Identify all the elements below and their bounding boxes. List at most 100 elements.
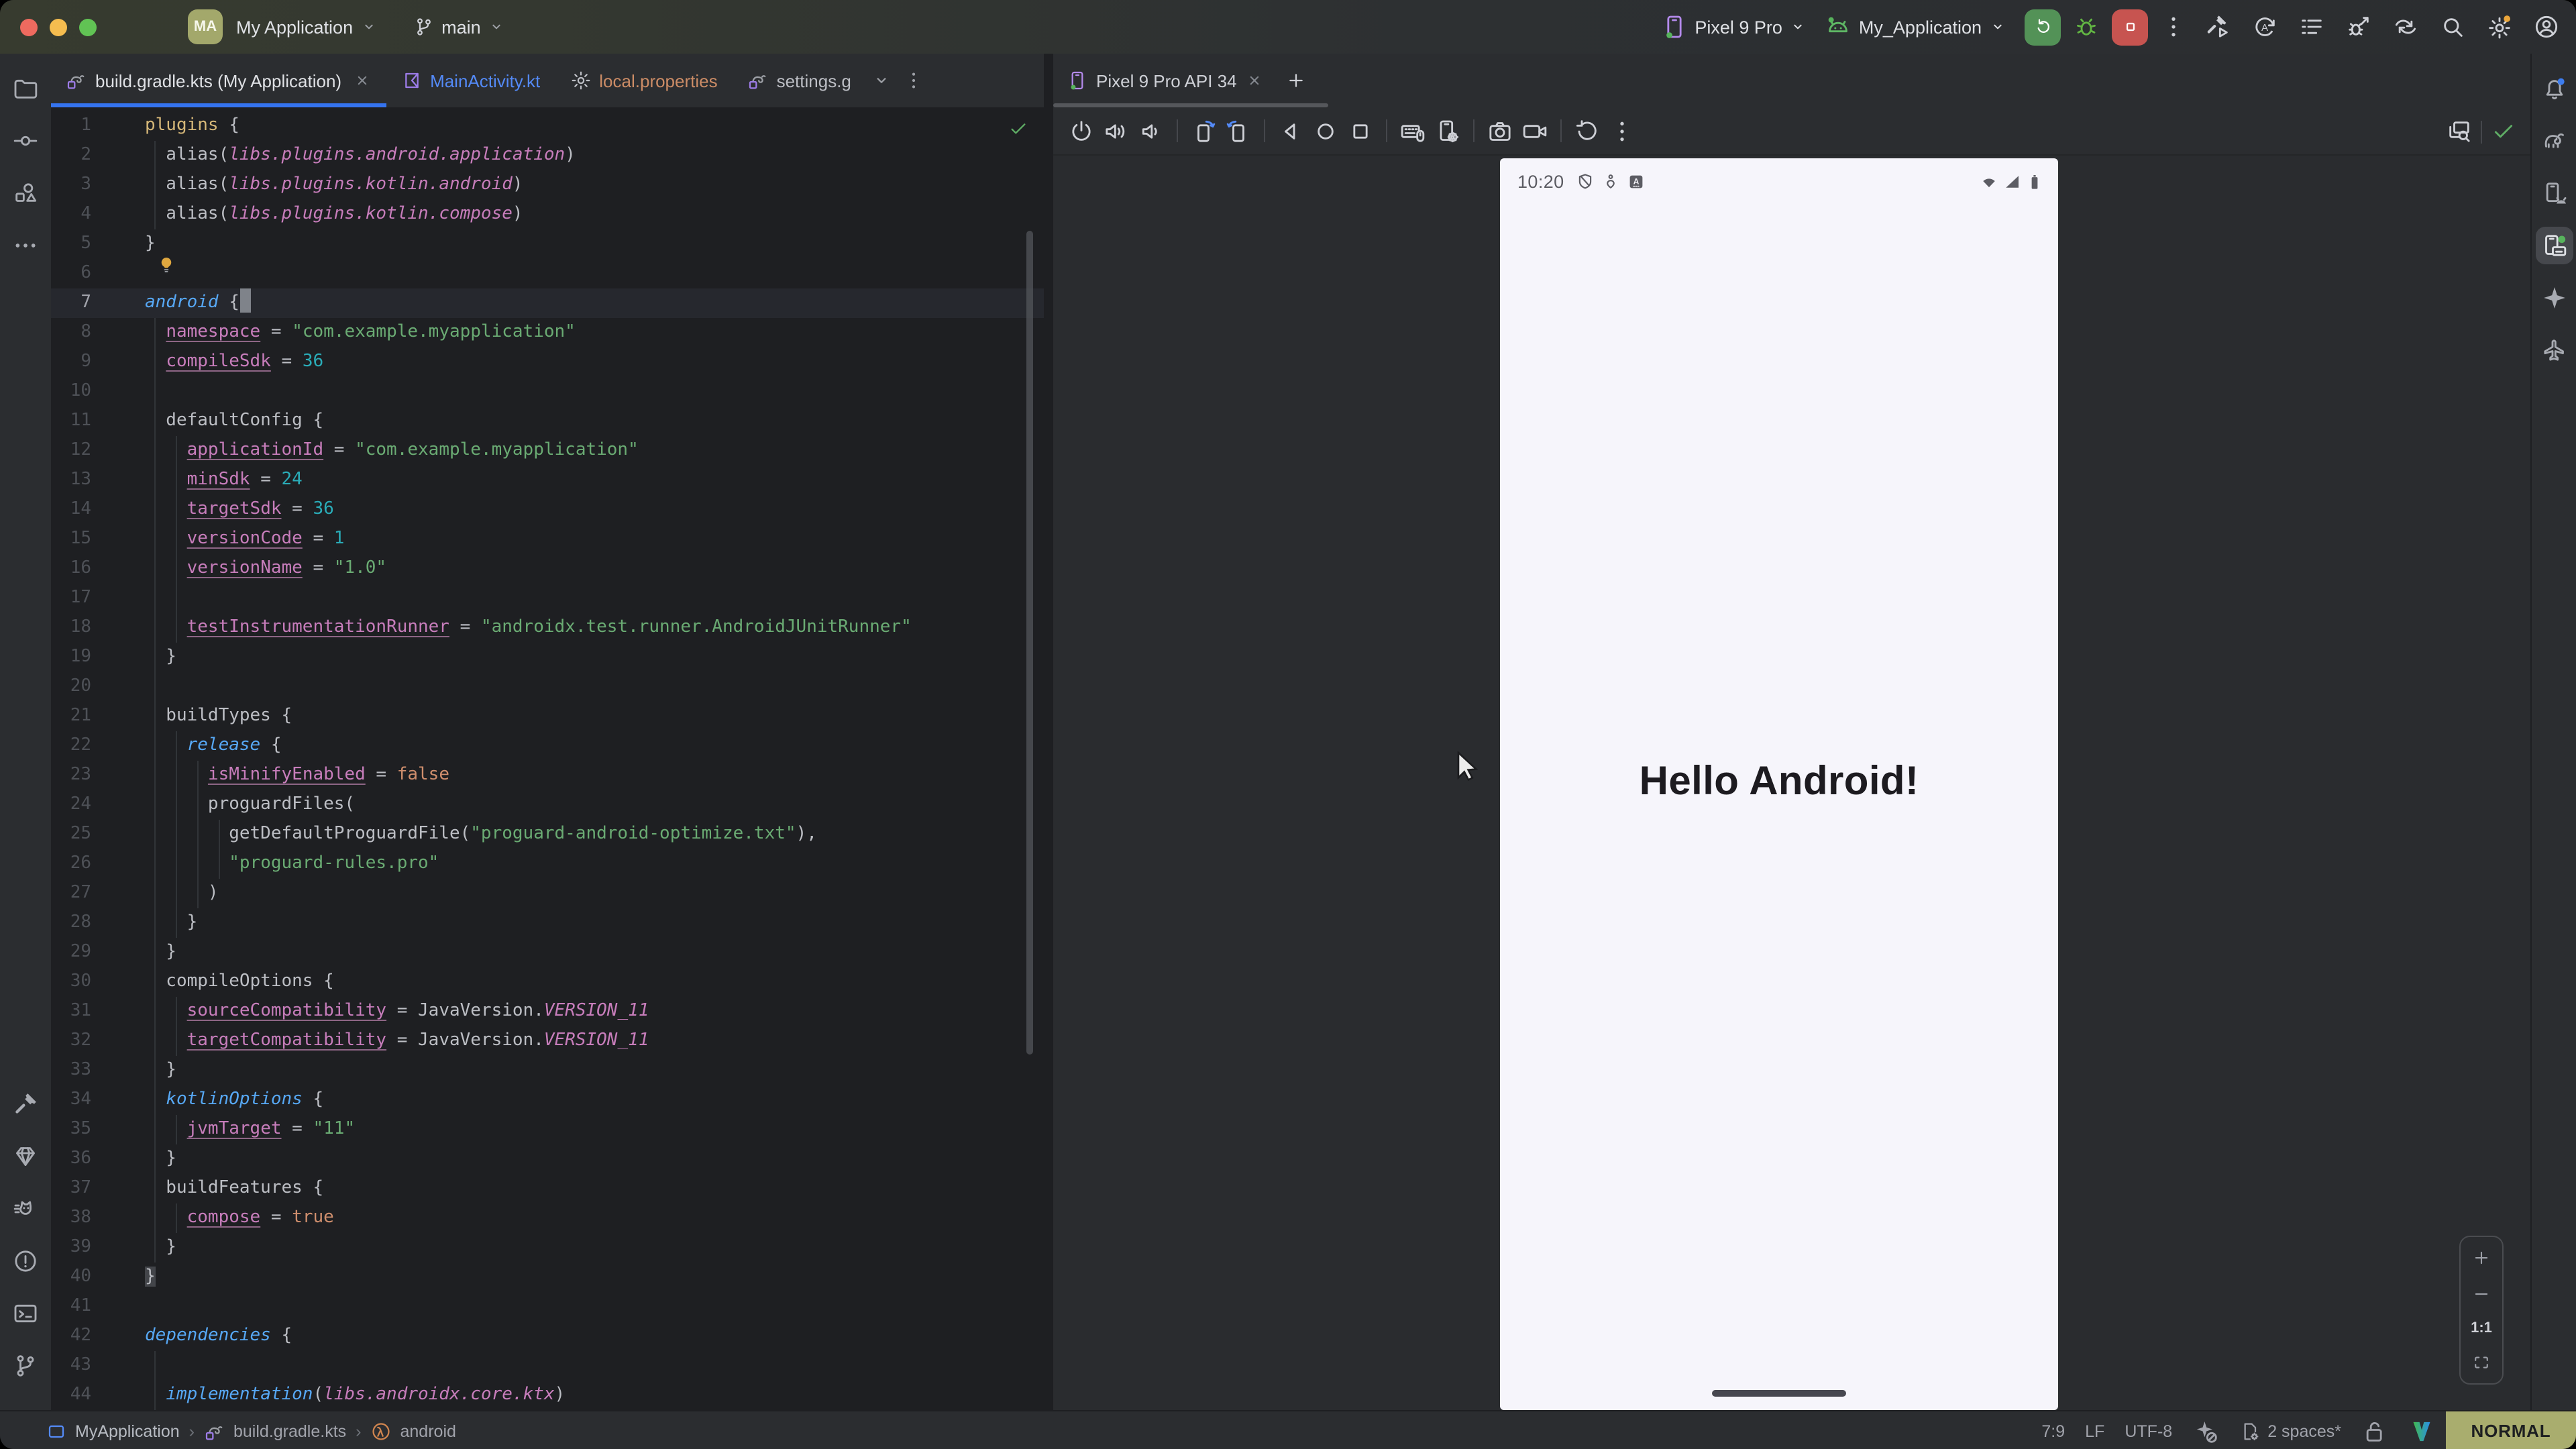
code-line[interactable]: 38 compose = true [51,1203,1044,1233]
reset-button[interactable] [1570,113,1605,148]
editor-tab[interactable]: build.gradle.kts (My Application) [51,54,386,107]
code-line[interactable]: 12 applicationId = "com.example.myapplic… [51,436,1044,466]
tool-stripe-logcat-button[interactable] [7,1190,44,1228]
search-icon[interactable] [2439,13,2466,40]
sync-a-icon[interactable]: A [2251,13,2278,40]
close-icon[interactable] [352,71,371,90]
editor-scrollbar[interactable] [1026,231,1033,1055]
chevron-down-icon[interactable] [871,70,893,91]
overview-button[interactable] [1343,113,1378,148]
code-line[interactable]: 13 minSdk = 24 [51,466,1044,495]
user-icon[interactable] [2533,13,2560,40]
rotate-right-button[interactable] [1221,113,1256,148]
code-line[interactable]: 9 compileSdk = 36 [51,347,1044,377]
rotate-left-button[interactable] [1186,113,1221,148]
code-line[interactable]: 22 release { [51,731,1044,761]
tool-stripe-more-h-button[interactable] [7,227,44,264]
ai-assistant-off-icon[interactable] [2192,1417,2219,1444]
code-line[interactable]: 28 } [51,908,1044,938]
editor-tab[interactable]: settings.g [733,54,866,107]
code-line[interactable]: 4 alias(libs.plugins.kotlin.compose) [51,200,1044,229]
check-icon[interactable] [2490,118,2517,145]
gesture-navigation-bar[interactable] [1712,1390,1846,1397]
more-vertical-icon[interactable] [2160,13,2187,40]
editor-tab[interactable]: MainActivity.kt [386,54,555,107]
volume-up-button[interactable] [1099,113,1134,148]
run-configuration-selector[interactable]: My_Application [1825,13,2007,40]
editor-splitter[interactable] [1044,54,1053,1410]
zoom-in-icon[interactable] [2471,1248,2491,1268]
device-selector[interactable]: Pixel 9 Pro [1661,13,1808,40]
code-line[interactable]: 35 jvmTarget = "11" [51,1115,1044,1144]
power-button[interactable] [1064,113,1099,148]
intention-bulb-icon[interactable] [156,255,177,287]
tool-stripe-folder-button[interactable] [7,70,44,107]
tool-stripe-airplane-button[interactable] [2536,331,2573,369]
code-line[interactable]: 16 versionName = "1.0" [51,554,1044,584]
code-line[interactable]: 19 } [51,643,1044,672]
code-line[interactable]: 36 } [51,1144,1044,1174]
tool-stripe-gem-button[interactable] [7,1138,44,1175]
home-button[interactable] [1308,113,1343,148]
tool-stripe-running-devices-button[interactable] [2536,227,2573,264]
code-editor[interactable]: 1plugins {2 alias(libs.plugins.android.a… [51,107,1044,1410]
code-line[interactable]: 25 getDefaultProguardFile("proguard-andr… [51,820,1044,849]
device-settings-button[interactable] [1430,113,1465,148]
debug-icon[interactable] [2073,13,2100,40]
code-line[interactable]: 14 targetSdk = 36 [51,495,1044,525]
editor-tab[interactable]: local.properties [555,54,732,107]
code-line[interactable]: 10 [51,377,1044,407]
breadcrumb-item[interactable]: android [371,1420,456,1442]
caret-position[interactable]: 7:9 [2041,1421,2065,1440]
code-line[interactable]: 17 [51,584,1044,613]
tool-stripe-sparkle-button[interactable] [2536,279,2573,317]
branch-menu[interactable]: main [413,16,506,38]
code-line[interactable]: 7android { [51,288,1044,318]
bug-arrow-icon[interactable] [2345,13,2372,40]
device-tab[interactable]: Pixel 9 Pro API 34 [1053,54,1277,107]
tool-stripe-commit-button[interactable] [7,122,44,160]
code-line[interactable]: 33 } [51,1056,1044,1085]
code-line[interactable]: 11 defaultConfig { [51,407,1044,436]
code-line[interactable]: 39 } [51,1233,1044,1263]
unlock-icon[interactable] [2361,1417,2388,1444]
close-icon[interactable] [1245,71,1264,90]
code-line[interactable]: 34 kotlinOptions { [51,1085,1044,1115]
tool-stripe-gradle-elephant-button[interactable] [2536,122,2573,160]
code-line[interactable]: 30 compileOptions { [51,967,1044,997]
fit-to-window-icon[interactable] [2471,1352,2491,1373]
code-line[interactable]: 43 [51,1351,1044,1381]
stop-button[interactable] [2112,9,2148,45]
code-line[interactable]: 5} [51,229,1044,259]
code-line[interactable]: 1plugins { [51,111,1044,141]
tool-stripe-shapes-button[interactable] [7,174,44,212]
code-line[interactable]: 2 alias(libs.plugins.android.application… [51,141,1044,170]
tool-stripe-problems-button[interactable] [7,1242,44,1280]
code-line[interactable]: 15 versionCode = 1 [51,525,1044,554]
volume-down-button[interactable] [1134,113,1169,148]
back-button[interactable] [1273,113,1308,148]
more-v-icon[interactable] [904,70,925,91]
code-line[interactable]: 18 testInstrumentationRunner = "androidx… [51,613,1044,643]
zoom-out-icon[interactable] [2471,1284,2491,1304]
more-v-button[interactable] [1605,113,1640,148]
hammer-play-icon[interactable] [2204,13,2231,40]
gear-dot-icon[interactable] [2486,13,2513,40]
breadcrumb-item[interactable]: MyApplication [46,1420,180,1442]
code-line[interactable]: 40} [51,1263,1044,1292]
ui-check-icon[interactable] [2446,118,2473,145]
code-line[interactable]: 29 } [51,938,1044,967]
tool-stripe-terminal-button[interactable] [7,1295,44,1332]
code-line[interactable]: 21 buildTypes { [51,702,1044,731]
minimize-window-button[interactable] [50,18,67,36]
code-line[interactable]: 41 [51,1292,1044,1322]
code-line[interactable]: 20 [51,672,1044,702]
keyboard-button[interactable] [1395,113,1430,148]
encoding[interactable]: UTF-8 [2125,1421,2172,1440]
tool-stripe-device-manager-button[interactable] [2536,174,2573,212]
code-line[interactable]: 23 isMinifyEnabled = false [51,761,1044,790]
code-line[interactable]: 3 alias(libs.plugins.kotlin.android) [51,170,1044,200]
code-line[interactable]: 8 namespace = "com.example.myapplication… [51,318,1044,347]
tool-stripe-bell-button[interactable] [2536,70,2573,107]
update-icon[interactable] [2392,13,2419,40]
